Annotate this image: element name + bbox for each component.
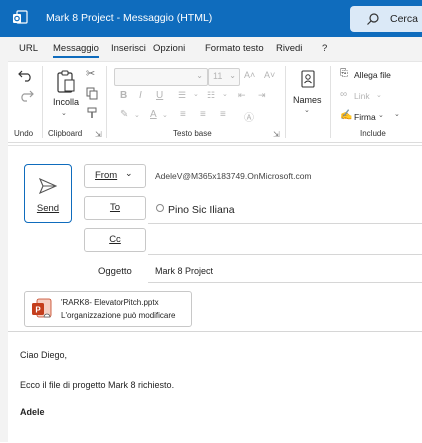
grow-font-icon[interactable]: A˄ <box>244 70 255 80</box>
redo-icon[interactable] <box>18 88 34 102</box>
font-size-box[interactable]: 11 ⌄ <box>208 68 240 86</box>
highlight-icon[interactable]: ✎ <box>120 109 128 120</box>
divider <box>42 66 43 138</box>
body-signature[interactable]: Adele <box>20 407 45 417</box>
clipboard-group-label: Clipboard <box>48 129 83 138</box>
bullets-icon[interactable]: ☰ <box>178 90 186 101</box>
cc-label: Cc <box>109 234 121 245</box>
shrink-font-icon[interactable]: A˅ <box>264 70 275 80</box>
names-label[interactable]: Names <box>293 95 322 105</box>
underline-icon[interactable]: U <box>156 90 163 101</box>
clipboard-launcher-icon[interactable]: ⇲ <box>95 130 102 139</box>
send-label: Send <box>36 203 60 214</box>
from-label: From <box>95 170 118 181</box>
font-name-box[interactable]: ⌄ <box>114 68 208 86</box>
bold-icon[interactable]: B <box>120 90 127 101</box>
attach-file-button[interactable]: Allega file <box>354 70 391 80</box>
left-strip <box>0 61 8 442</box>
signature-icon[interactable]: ✍ <box>340 110 352 121</box>
chevron-down-icon[interactable]: ⌄ <box>304 106 310 114</box>
ribbon: Undo Incolla ⌄ ✂ Clipboard ⇲ ⌄ 11 ⌄ A˄ A… <box>8 61 422 143</box>
tab-opzioni[interactable]: Opzioni <box>153 43 185 54</box>
to-field[interactable]: Pino Sic Iliana <box>156 204 235 216</box>
chevron-down-icon[interactable]: ⌄ <box>222 90 228 98</box>
send-icon <box>39 178 57 194</box>
align-center-icon[interactable]: ≡ <box>200 109 206 120</box>
chevron-down-icon: ⌄ <box>196 71 203 80</box>
format-painter-icon[interactable] <box>87 107 99 119</box>
chevron-down-icon[interactable]: ⌄ <box>193 90 199 98</box>
subject-field-line <box>148 282 422 283</box>
clear-formatting-icon[interactable]: Ⓐ <box>244 109 254 124</box>
chevron-down-icon[interactable]: ⌄ <box>61 109 67 117</box>
paste-icon[interactable] <box>56 70 76 94</box>
from-button[interactable]: From ⌄ <box>84 164 146 188</box>
tab-formato-testo[interactable]: Formato testo <box>205 43 264 54</box>
title-bar: Mark 8 Project - Messaggio (HTML) Cerca <box>0 0 422 37</box>
link-button[interactable]: Link <box>354 91 370 101</box>
paperclip-icon[interactable]: ⎘ <box>340 68 348 79</box>
to-label: To <box>109 202 121 213</box>
signature-button[interactable]: Firma <box>354 112 376 122</box>
cc-field-line <box>148 254 422 255</box>
numbering-icon[interactable]: ☷ <box>207 90 215 101</box>
chevron-down-icon[interactable]: ⌄ <box>376 91 382 99</box>
tab-inserisci[interactable]: Inserisci <box>111 43 146 54</box>
to-button[interactable]: To <box>84 196 146 220</box>
decrease-indent-icon[interactable]: ⇤ <box>238 90 246 101</box>
body-text[interactable]: Ecco il file di progetto Mark 8 richiest… <box>20 380 174 390</box>
chevron-down-icon[interactable]: ⌄ <box>378 111 384 119</box>
font-color-icon[interactable]: A <box>150 109 157 120</box>
search-label: Cerca <box>390 13 419 25</box>
window-title: Mark 8 Project - Messaggio (HTML) <box>46 12 213 24</box>
chevron-down-icon[interactable]: ⌄ <box>394 110 400 118</box>
subject-label: Oggetto <box>98 266 132 277</box>
cc-button[interactable]: Cc <box>84 228 146 252</box>
body-divider <box>8 331 422 332</box>
basic-text-group-label: Testo base <box>173 129 212 138</box>
chevron-down-icon: ⌄ <box>125 168 133 178</box>
include-group-label: Include <box>360 129 386 138</box>
basic-text-launcher-icon[interactable]: ⇲ <box>273 130 280 139</box>
to-field-line <box>148 223 422 224</box>
font-size-value: 11 <box>213 71 223 81</box>
tab-messaggio[interactable]: Messaggio <box>53 43 99 58</box>
divider <box>106 66 107 138</box>
tab-help[interactable]: ? <box>322 43 327 54</box>
powerpoint-file-icon: P <box>32 298 52 318</box>
undo-icon[interactable] <box>18 68 34 82</box>
undo-group-label: Undo <box>14 129 34 138</box>
attachment-name: 'RARK8- ElevatorPitch.pptx <box>61 298 159 307</box>
align-right-icon[interactable]: ≡ <box>220 109 226 120</box>
align-left-icon[interactable]: ≡ <box>180 109 186 120</box>
divider <box>285 66 286 138</box>
to-recipient: Pino Sic Iliana <box>168 204 235 216</box>
address-book-icon[interactable] <box>301 70 315 88</box>
attachment-card[interactable]: P 'RARK8- ElevatorPitch.pptx L'organizza… <box>24 291 192 327</box>
chevron-down-icon[interactable]: ⌄ <box>134 111 140 119</box>
send-button[interactable]: Send <box>24 164 72 223</box>
body-greeting[interactable]: Ciao Diego, <box>20 350 67 360</box>
chevron-down-icon: ⌄ <box>229 71 236 80</box>
paste-label[interactable]: Incolla <box>53 97 79 107</box>
subject-field[interactable]: Mark 8 Project <box>155 266 213 276</box>
search-icon <box>367 13 379 25</box>
italic-icon[interactable]: I <box>139 90 142 101</box>
divider <box>330 66 331 138</box>
attachment-permission: L'organizzazione può modificare <box>61 311 176 320</box>
ribbon-tabs: URL Messaggio Inserisci Opzioni Formato … <box>0 37 422 61</box>
cut-icon[interactable]: ✂ <box>86 67 95 80</box>
search-box[interactable]: Cerca <box>350 6 422 32</box>
svg-text:P: P <box>35 306 41 315</box>
tab-url[interactable]: URL <box>19 43 38 54</box>
link-icon[interactable]: ∞ <box>340 89 347 100</box>
outlook-app-icon <box>13 10 28 24</box>
copy-icon[interactable] <box>86 87 98 100</box>
tab-rivedi[interactable]: Rivedi <box>276 43 302 54</box>
from-address: AdeleV@M365x183749.OnMicrosoft.com <box>155 171 312 181</box>
increase-indent-icon[interactable]: ⇥ <box>258 90 266 101</box>
presence-icon <box>156 204 164 212</box>
chevron-down-icon[interactable]: ⌄ <box>162 111 168 119</box>
